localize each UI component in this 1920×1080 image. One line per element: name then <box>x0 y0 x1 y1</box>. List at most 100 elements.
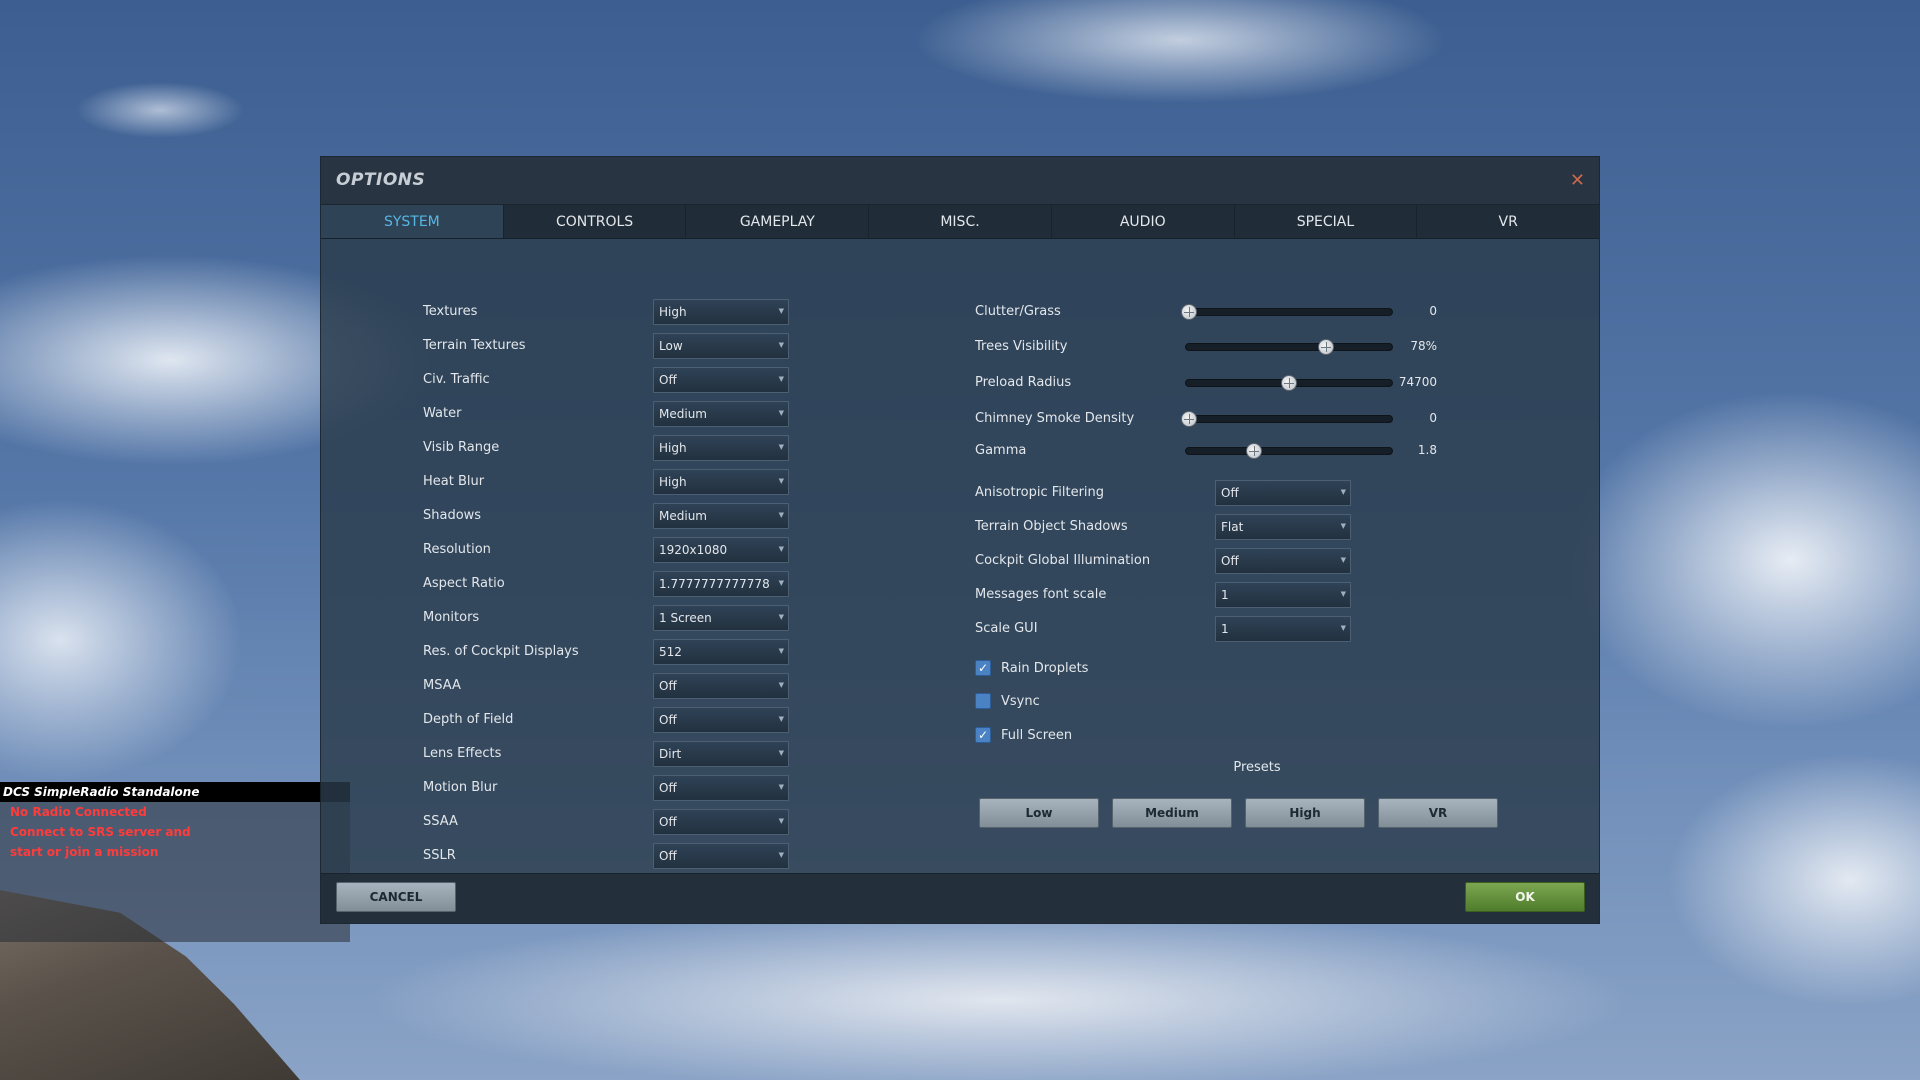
slider-handle[interactable] <box>1181 411 1198 427</box>
tab-controls[interactable]: CONTROLS <box>504 205 687 238</box>
setting-label: Civ. Traffic <box>423 372 490 387</box>
anisotropic-filtering-dropdown[interactable]: Off ▼ <box>1215 480 1351 506</box>
setting-label: Motion Blur <box>423 780 498 795</box>
tab-bar: SYSTEM CONTROLS GAMEPLAY MISC. AUDIO SPE… <box>321 205 1599 239</box>
terrain-textures-dropdown[interactable]: Low ▼ <box>653 333 789 359</box>
setting-label: Visib Range <box>423 440 500 455</box>
vsync-checkbox[interactable]: Vsync <box>975 690 1275 712</box>
civ-traffic-dropdown[interactable]: Off ▼ <box>653 367 789 393</box>
tab-gameplay[interactable]: GAMEPLAY <box>686 205 870 238</box>
motion-blur-dropdown[interactable]: Off ▼ <box>653 775 789 801</box>
setting-row-cockpit-global-illumination: Cockpit Global Illumination Off ▼ <box>975 547 1535 575</box>
chevron-down-icon: ▼ <box>778 375 784 383</box>
depth-of-field-dropdown[interactable]: Off ▼ <box>653 707 789 733</box>
shadows-dropdown[interactable]: Medium ▼ <box>653 503 789 529</box>
slider-track <box>1185 415 1393 423</box>
dropdown-value: 1 <box>1221 622 1229 636</box>
setting-label: Depth of Field <box>423 712 514 727</box>
ssaa-dropdown[interactable]: Off ▼ <box>653 809 789 835</box>
lens-effects-dropdown[interactable]: Dirt ▼ <box>653 741 789 767</box>
dropdown-value: Dirt <box>659 747 682 761</box>
setting-label: Textures <box>423 304 478 319</box>
dropdown-value: 1 Screen <box>659 611 712 625</box>
msaa-dropdown[interactable]: Off ▼ <box>653 673 789 699</box>
setting-row-visib-range: Visib Range High ▼ <box>421 434 821 462</box>
slider-handle[interactable] <box>1318 339 1335 355</box>
preset-high-button[interactable]: High <box>1245 798 1365 828</box>
tab-special[interactable]: SPECIAL <box>1235 205 1418 238</box>
visib-range-dropdown[interactable]: High ▼ <box>653 435 789 461</box>
resolution-dropdown[interactable]: 1920x1080 ▼ <box>653 537 789 563</box>
setting-label: SSAA <box>423 814 458 829</box>
water-dropdown[interactable]: Medium ▼ <box>653 401 789 427</box>
slider-label: Chimney Smoke Density <box>975 411 1135 426</box>
full-screen-checkbox[interactable]: ✓ Full Screen <box>975 724 1275 746</box>
messages-font-scale-dropdown[interactable]: 1 ▼ <box>1215 582 1351 608</box>
checkbox-label: Full Screen <box>1001 728 1073 743</box>
terrain-object-shadows-dropdown[interactable]: Flat ▼ <box>1215 514 1351 540</box>
clutter-grass-slider[interactable] <box>1181 304 1393 320</box>
slider-handle[interactable] <box>1281 375 1297 391</box>
trees-visibility-slider[interactable] <box>1185 339 1393 355</box>
setting-row-msaa: MSAA Off ▼ <box>421 672 821 700</box>
setting-row-aspect-ratio: Aspect Ratio 1.7777777777778 ▼ <box>421 570 821 598</box>
tab-audio[interactable]: AUDIO <box>1052 205 1235 238</box>
dropdown-value: Medium <box>659 509 707 523</box>
tab-vr[interactable]: VR <box>1417 205 1599 238</box>
setting-row-terrain-object-shadows: Terrain Object Shadows Flat ▼ <box>975 513 1535 541</box>
slider-track <box>1185 343 1393 351</box>
checkbox-box[interactable]: ✓ <box>975 660 991 676</box>
chevron-down-icon: ▼ <box>778 783 784 791</box>
setting-row-res-of-cockpit-displays: Res. of Cockpit Displays 512 ▼ <box>421 638 821 666</box>
preset-vr-button[interactable]: VR <box>1378 798 1498 828</box>
dropdown-value: Flat <box>1221 520 1244 534</box>
checkbox-box[interactable]: ✓ <box>975 727 991 743</box>
res-of-cockpit-displays-dropdown[interactable]: 512 ▼ <box>653 639 789 665</box>
aspect-ratio-dropdown[interactable]: 1.7777777777778 ▼ <box>653 571 789 597</box>
setting-row-civ-traffic: Civ. Traffic Off ▼ <box>421 366 821 394</box>
rain-droplets-checkbox[interactable]: ✓ Rain Droplets <box>975 657 1275 679</box>
sslr-dropdown[interactable]: Off ▼ <box>653 843 789 869</box>
slider-handle[interactable] <box>1181 304 1198 320</box>
chimney-smoke-density-slider[interactable] <box>1181 411 1393 427</box>
slider-handle[interactable] <box>1245 443 1262 459</box>
checkbox-box[interactable] <box>975 693 991 709</box>
dialog-titlebar: OPTIONS ✕ <box>321 157 1599 205</box>
chevron-down-icon: ▼ <box>778 647 784 655</box>
dropdown-value: Off <box>659 781 677 795</box>
dropdown-value: High <box>659 475 687 489</box>
chevron-down-icon: ▼ <box>1340 556 1346 564</box>
cockpit-global-illumination-dropdown[interactable]: Off ▼ <box>1215 548 1351 574</box>
setting-label: SSLR <box>423 848 456 863</box>
preload-radius-slider[interactable] <box>1185 375 1393 391</box>
setting-row-monitors: Monitors 1 Screen ▼ <box>421 604 821 632</box>
options-dialog: OPTIONS ✕ SYSTEM CONTROLS GAMEPLAY MISC.… <box>320 156 1600 924</box>
close-icon[interactable]: ✕ <box>1570 170 1585 191</box>
slider-value: 1.8 <box>1417 443 1437 457</box>
chevron-down-icon: ▼ <box>778 851 784 859</box>
scale-gui-dropdown[interactable]: 1 ▼ <box>1215 616 1351 642</box>
chevron-down-icon: ▼ <box>1340 624 1346 632</box>
setting-label: Terrain Textures <box>423 338 526 353</box>
cancel-button[interactable]: CANCEL <box>336 882 456 912</box>
dropdown-value: Off <box>659 713 677 727</box>
setting-label: Messages font scale <box>975 587 1107 602</box>
dropdown-value: High <box>659 441 687 455</box>
setting-label: Water <box>423 406 462 421</box>
tab-misc[interactable]: MISC. <box>869 205 1052 238</box>
preset-low-button[interactable]: Low <box>979 798 1099 828</box>
textures-dropdown[interactable]: High ▼ <box>653 299 789 325</box>
ok-button[interactable]: OK <box>1465 882 1585 912</box>
heat-blur-dropdown[interactable]: High ▼ <box>653 469 789 495</box>
gamma-slider[interactable] <box>1185 443 1393 459</box>
setting-label: Aspect Ratio <box>423 576 505 591</box>
monitors-dropdown[interactable]: 1 Screen ▼ <box>653 605 789 631</box>
chevron-down-icon: ▼ <box>778 545 784 553</box>
chevron-down-icon: ▼ <box>778 511 784 519</box>
slider-track <box>1185 447 1393 455</box>
setting-row-depth-of-field: Depth of Field Off ▼ <box>421 706 821 734</box>
preset-medium-button[interactable]: Medium <box>1112 798 1232 828</box>
tab-system[interactable]: SYSTEM <box>321 205 504 238</box>
setting-row-resolution: Resolution 1920x1080 ▼ <box>421 536 821 564</box>
setting-label: Scale GUI <box>975 621 1038 636</box>
